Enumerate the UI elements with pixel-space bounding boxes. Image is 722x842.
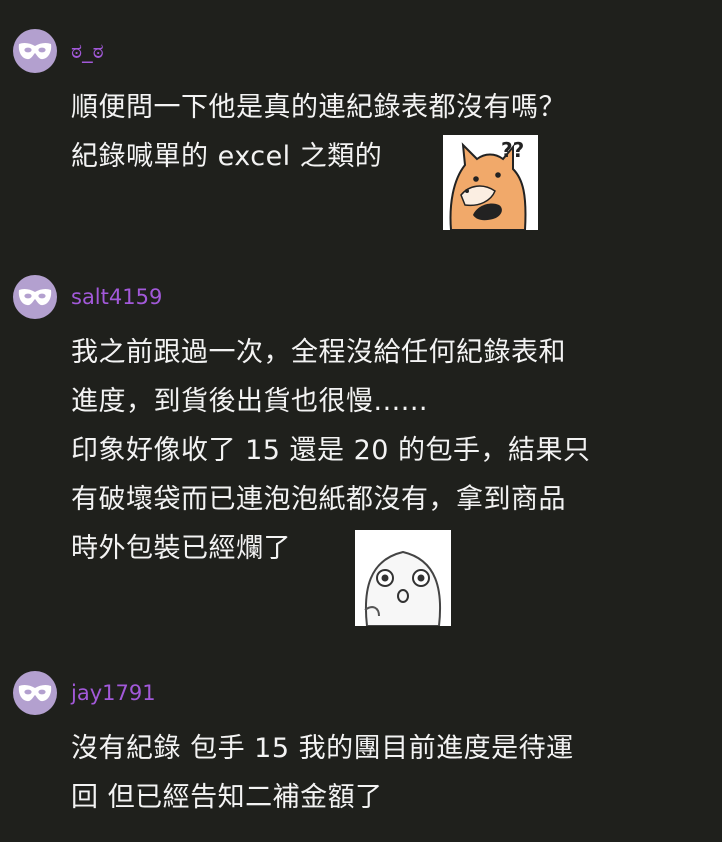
comment: jay1791 沒有紀錄 包手 15 我的團目前進度是待運 回 但已經告知二補金… bbox=[0, 671, 722, 831]
comment-line: 印象好像收了 15 還是 20 的包手，結果只 bbox=[71, 435, 591, 466]
avatar[interactable] bbox=[13, 671, 57, 715]
comment-line: 有破壞袋而已連泡泡紙都沒有，拿到商品 bbox=[71, 484, 566, 515]
comment: ಠ_ಠ 順便問一下他是真的連紀錄表都沒有嗎？ 紀錄喊單的 excel 之類的 ?… bbox=[0, 29, 722, 244]
anonymous-mask-icon bbox=[18, 288, 52, 306]
comment-line: 進度，到貨後出貨也很慢...... bbox=[71, 386, 428, 417]
comment-line: 回 但已經告知二補金額了 bbox=[71, 782, 383, 813]
username[interactable]: ಠ_ಠ bbox=[71, 37, 104, 65]
username[interactable]: jay1791 bbox=[71, 679, 156, 707]
shocked-blob-sticker bbox=[355, 530, 451, 626]
comment-line: 時外包裝已經爛了 bbox=[71, 533, 291, 564]
comment-line: 沒有紀錄 包手 15 我的團目前進度是待運 bbox=[71, 733, 574, 764]
svg-text:??: ?? bbox=[501, 138, 524, 162]
username[interactable]: salt4159 bbox=[71, 283, 162, 311]
comment-line: 我之前跟過一次，全程沒給任何紀錄表和 bbox=[71, 337, 566, 368]
comment-body: 我之前跟過一次，全程沒給任何紀錄表和 進度，到貨後出貨也很慢...... 印象好… bbox=[71, 328, 591, 573]
anonymous-mask-icon bbox=[18, 684, 52, 702]
comment: salt4159 我之前跟過一次，全程沒給任何紀錄表和 進度，到貨後出貨也很慢.… bbox=[0, 275, 722, 635]
avatar[interactable] bbox=[13, 29, 57, 73]
anonymous-mask-icon bbox=[18, 42, 52, 60]
comment-line: 順便問一下他是真的連紀錄表都沒有嗎？ bbox=[71, 92, 566, 123]
avatar[interactable] bbox=[13, 275, 57, 319]
fox-question-sticker: ?? bbox=[443, 135, 538, 230]
comment-body: 沒有紀錄 包手 15 我的團目前進度是待運 回 但已經告知二補金額了 bbox=[71, 724, 574, 822]
